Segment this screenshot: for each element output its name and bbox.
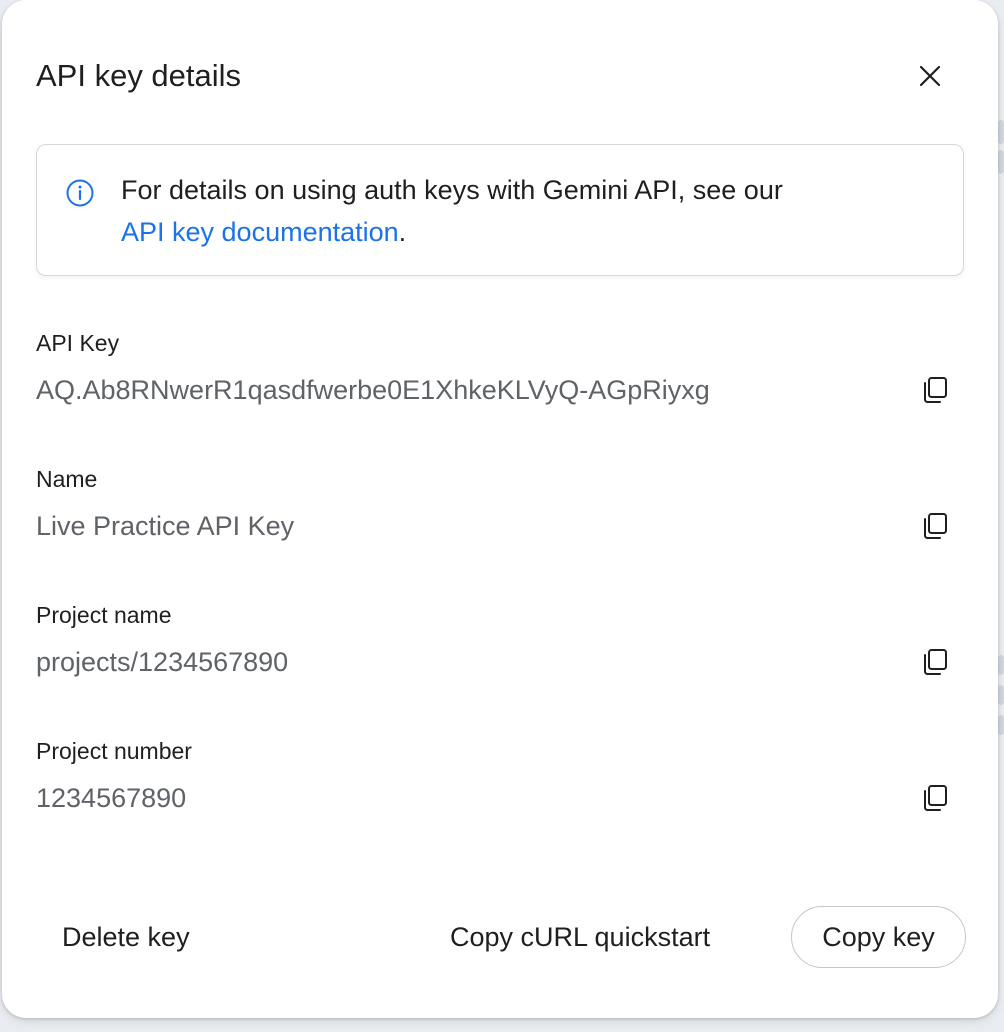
backdrop-edge <box>998 715 1004 735</box>
copy-icon <box>924 785 947 811</box>
close-icon <box>919 65 941 87</box>
api-key-documentation-link[interactable]: API key documentation <box>121 217 399 247</box>
project-number-value: 1234567890 <box>36 783 187 813</box>
project-number-label: Project number <box>36 738 192 764</box>
info-icon <box>66 179 94 207</box>
dialog-title: API key details <box>36 58 242 93</box>
project-name-value: projects/1234567890 <box>36 647 289 677</box>
copy-api-key-button[interactable] <box>915 370 955 410</box>
api-key-details-dialog: API key details For details on using aut… <box>2 0 998 1018</box>
backdrop-edge <box>998 120 1004 144</box>
project-name-label: Project name <box>36 602 172 628</box>
api-key-value: AQ.Ab8RNwerR1qasdfwerbe0E1XhkeKLVyQ-AGpR… <box>36 375 710 405</box>
copy-key-button[interactable]: Copy key <box>791 906 966 968</box>
copy-project-name-button[interactable] <box>915 642 955 682</box>
backdrop-edge <box>998 150 1004 174</box>
name-label: Name <box>36 466 98 492</box>
api-key-label: API Key <box>36 330 120 356</box>
info-text-before: For details on using auth keys with Gemi… <box>121 175 783 205</box>
copy-icon <box>924 513 947 539</box>
copy-curl-quickstart-button[interactable]: Copy cURL quickstart <box>450 912 710 962</box>
close-button[interactable] <box>910 56 950 96</box>
backdrop-edge <box>998 655 1004 675</box>
name-value: Live Practice API Key <box>36 511 295 541</box>
copy-icon <box>924 377 947 403</box>
copy-project-number-button[interactable] <box>915 778 955 818</box>
delete-key-button[interactable]: Delete key <box>62 912 190 962</box>
info-banner: For details on using auth keys with Gemi… <box>36 144 964 276</box>
copy-name-button[interactable] <box>915 506 955 546</box>
info-text-after: . <box>398 217 407 247</box>
info-text: For details on using auth keys with Gemi… <box>121 169 941 253</box>
backdrop-edge <box>998 685 1004 705</box>
copy-icon <box>924 649 947 675</box>
